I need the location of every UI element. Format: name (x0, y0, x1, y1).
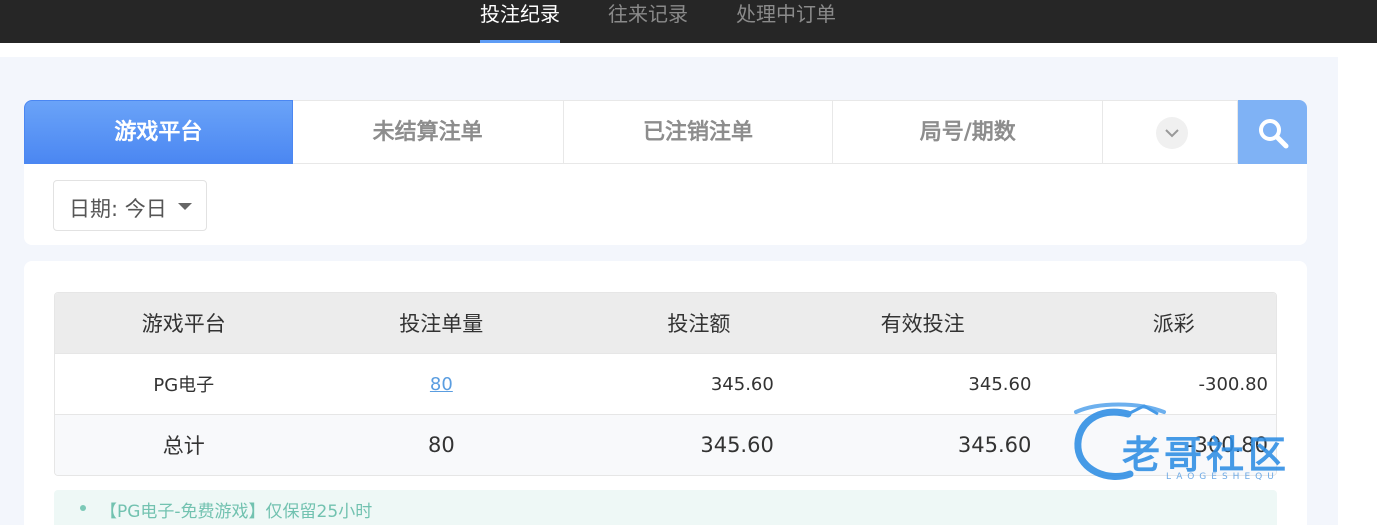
total-bet-amount: 345.60 (700, 433, 774, 457)
cell-platform: PG电子 (153, 375, 215, 396)
tab-pending-orders[interactable]: 处理中订单 (736, 0, 836, 43)
search-button[interactable] (1238, 100, 1308, 164)
caret-down-icon (178, 203, 192, 210)
header-bet-amount: 投注额 (667, 312, 731, 336)
header-bet-count: 投注单量 (399, 312, 484, 336)
subtab-unsettled[interactable]: 未结算注单 (292, 100, 564, 164)
tab-bet-records[interactable]: 投注纪录 (480, 0, 560, 43)
total-bet-count: 80 (428, 433, 455, 457)
summary-card: 游戏平台 投注单量 投注额 有效投注 派彩 PG电子 80 345.60 345… (24, 261, 1307, 525)
top-nav-bar: 投注纪录 往来记录 处理中订单 (0, 0, 1377, 43)
subtab-game-platform[interactable]: 游戏平台 (24, 100, 293, 164)
notice-banner: 【PG电子-免费游戏】仅保留25小时 (54, 490, 1277, 525)
header-platform: 游戏平台 (141, 312, 226, 336)
table-header-row: 游戏平台 投注单量 投注额 有效投注 派彩 (55, 293, 1276, 353)
date-filter-label: 日期: 今日 (69, 197, 167, 221)
top-nav-tabs: 投注纪录 往来记录 处理中订单 (480, 0, 836, 43)
subtab-cancelled[interactable]: 已注销注单 (563, 100, 834, 164)
date-filter-dropdown[interactable]: 日期: 今日 (53, 180, 207, 231)
header-valid-bet: 有效投注 (880, 312, 965, 336)
total-label: 总计 (162, 434, 205, 458)
tab-transaction-records[interactable]: 往来记录 (608, 0, 688, 43)
subtab-round-number[interactable]: 局号/期数 (833, 100, 1104, 164)
bet-count-link[interactable]: 80 (430, 374, 453, 395)
chevron-down-icon (1156, 117, 1189, 149)
cell-payout: -300.80 (1198, 373, 1269, 395)
total-valid-bet: 345.60 (957, 433, 1032, 457)
search-icon (1259, 119, 1289, 149)
filter-tabs: 游戏平台 未结算注单 已注销注单 局号/期数 (24, 100, 1308, 164)
more-tabs-button[interactable] (1103, 100, 1239, 164)
summary-table: 游戏平台 投注单量 投注额 有效投注 派彩 PG电子 80 345.60 345… (54, 292, 1277, 476)
table-row: PG电子 80 345.60 345.60 -300.80 (55, 353, 1276, 414)
notice-text: 【PG电子-免费游戏】仅保留25小时 (100, 502, 373, 522)
bullet-icon (80, 505, 86, 511)
cell-bet-amount: 345.60 (710, 373, 774, 395)
filter-card: 游戏平台 未结算注单 已注销注单 局号/期数 日期: 今日 (24, 100, 1308, 245)
cell-valid-bet: 345.60 (968, 373, 1032, 395)
table-total-row: 总计 80 345.60 345.60 -300.80 (55, 414, 1276, 475)
total-payout: -300.80 (1186, 433, 1269, 457)
header-payout: 派彩 (1152, 312, 1195, 336)
